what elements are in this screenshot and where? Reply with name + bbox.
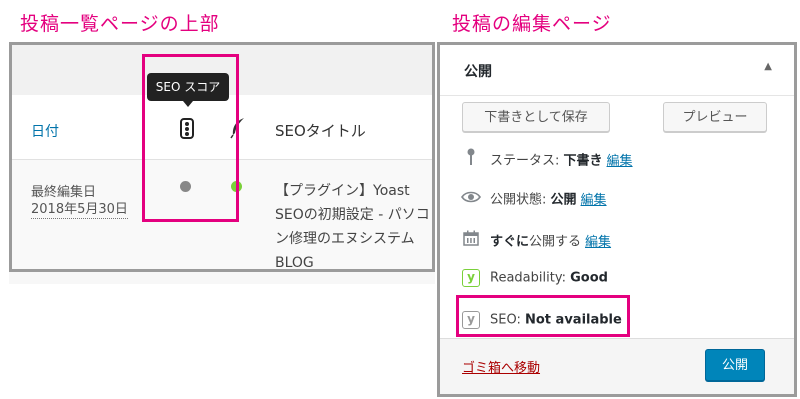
caption-post-edit: 投稿の編集ページ bbox=[452, 13, 612, 35]
schedule-row: すぐに公開する 編集 bbox=[460, 230, 611, 252]
publish-metabox: 公開 ▲ 下書きとして保存 プレビュー ステータス: 下書き 編集 公開状態: 公… bbox=[437, 42, 797, 397]
caption-post-list: 投稿一覧ページの上部 bbox=[20, 13, 220, 35]
visibility-row: 公開状態: 公開 編集 bbox=[460, 189, 607, 211]
move-to-trash-link[interactable]: ゴミ箱へ移動 bbox=[462, 357, 540, 376]
save-draft-button[interactable]: 下書きとして保存 bbox=[462, 102, 610, 132]
metabox-header: 公開 ▲ bbox=[440, 45, 794, 96]
row-date-label: 最終編集日 bbox=[31, 185, 97, 200]
readability-label: Readability: bbox=[490, 270, 566, 286]
metabox-footer: ゴミ箱へ移動 公開 bbox=[440, 338, 794, 394]
row-date-value: 2018年5月30日 bbox=[31, 202, 128, 219]
seo-score-tooltip: SEO スコア bbox=[147, 73, 229, 107]
readability-row: y Readability: Good bbox=[460, 267, 608, 289]
visibility-edit-link[interactable]: 編集 bbox=[581, 193, 607, 208]
schedule-label: 公開する bbox=[529, 234, 582, 250]
post-list-panel: 日付 SEOタイトル 最終編集日 2018年5月30日 【プラグイン】Yoast… bbox=[9, 42, 435, 272]
status-label: ステータス: bbox=[490, 153, 560, 169]
column-date-sort-link[interactable]: 日付 bbox=[31, 121, 59, 141]
visibility-label: 公開状態: bbox=[490, 192, 547, 208]
preview-button[interactable]: プレビュー bbox=[663, 102, 767, 132]
schedule-edit-link[interactable]: 編集 bbox=[585, 235, 611, 250]
status-edit-link[interactable]: 編集 bbox=[607, 154, 633, 169]
collapse-toggle-icon[interactable]: ▲ bbox=[764, 61, 772, 72]
row-seo-title: 【プラグイン】Yoast SEOの初期設定 - パソコン修理のエヌシステムBLO… bbox=[275, 183, 430, 271]
metabox-title: 公開 bbox=[464, 64, 492, 80]
yoast-readability-icon: y bbox=[462, 268, 480, 287]
column-seo-title: SEOタイトル bbox=[275, 122, 366, 140]
calendar-icon bbox=[460, 230, 482, 254]
seo-row-highlight bbox=[456, 295, 630, 337]
eye-icon bbox=[460, 189, 482, 211]
readability-value: Good bbox=[570, 270, 608, 286]
pin-icon bbox=[460, 148, 482, 174]
yoast-readability-icon-wrap: y bbox=[460, 267, 482, 289]
status-value: 下書き bbox=[563, 153, 603, 169]
publish-button[interactable]: 公開 bbox=[705, 349, 765, 381]
visibility-value: 公開 bbox=[550, 192, 577, 208]
schedule-label-bold: すぐに bbox=[490, 234, 530, 250]
status-row: ステータス: 下書き 編集 bbox=[460, 148, 633, 170]
panel-shadow bbox=[9, 272, 435, 284]
